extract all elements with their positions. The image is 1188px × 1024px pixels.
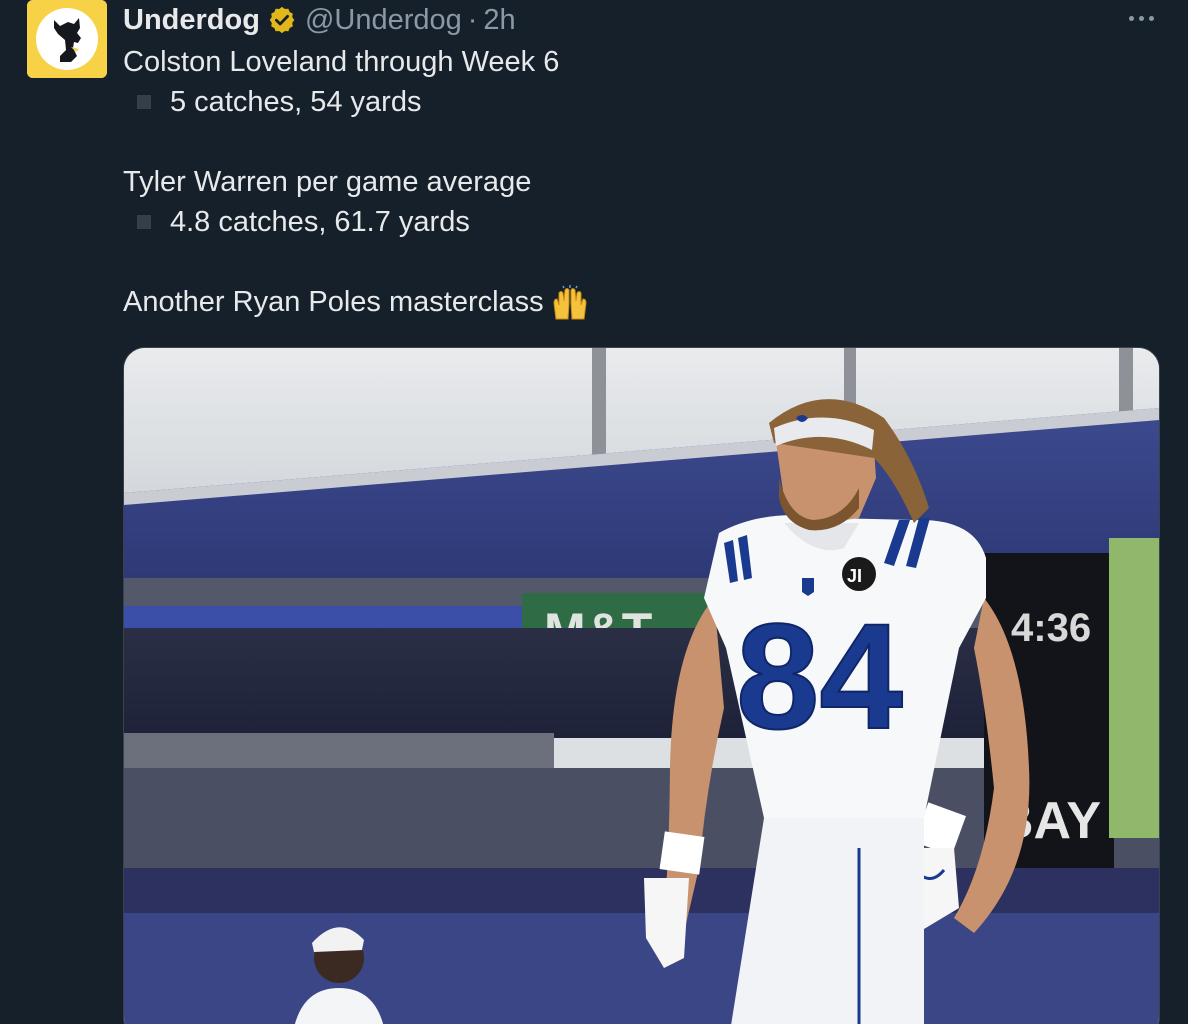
more-dot <box>1128 15 1134 21</box>
jersey-number: 84 <box>736 592 903 760</box>
separator-dot: · <box>467 3 478 36</box>
tweet-line: Tyler Warren per game average <box>123 166 532 198</box>
football-player-photo: M&T 4:36 BAY <box>124 348 1159 1024</box>
avatar[interactable] <box>27 0 107 78</box>
tweet-bullet-text: 4.8 catches, 61.7 yards <box>170 206 470 238</box>
tweet: Underdog @Underdog · 2h Colston Loveland… <box>0 0 1188 1024</box>
underdog-dog-logo <box>27 0 107 78</box>
tweet-bullet-text: 5 catches, 54 yards <box>170 86 422 118</box>
raised-hands-emoji <box>553 285 587 320</box>
tweet-bullet-line: 4.8 catches, 61.7 yards <box>123 202 1153 242</box>
bullet-square-icon <box>137 215 151 229</box>
display-name[interactable]: Underdog <box>123 4 260 37</box>
tweet-line-text: Another Ryan Poles masterclass <box>123 286 544 318</box>
more-dot <box>1138 15 1144 21</box>
verified-badge-icon[interactable] <box>267 5 297 35</box>
jersey-patch-text: JI <box>847 566 862 586</box>
tweet-bullet-line: 5 catches, 54 yards <box>123 82 1153 122</box>
bullet-square-icon <box>137 95 151 109</box>
tweet-line-with-emoji: Another Ryan Poles masterclass <box>123 282 1153 322</box>
more-dot <box>1148 15 1154 21</box>
scoreboard-time: 4:36 <box>1011 606 1091 650</box>
timestamp[interactable]: 2h <box>483 4 515 37</box>
tweet-line: Colston Loveland through Week 6 <box>123 46 560 78</box>
tweet-media-photo[interactable]: M&T 4:36 BAY <box>123 347 1160 1024</box>
tweet-header: Underdog @Underdog · 2h <box>123 2 516 38</box>
handle[interactable]: @Underdog <box>305 4 462 37</box>
tweet-text: Colston Loveland through Week 6 5 catche… <box>123 42 1153 322</box>
more-icon[interactable] <box>1124 8 1158 28</box>
